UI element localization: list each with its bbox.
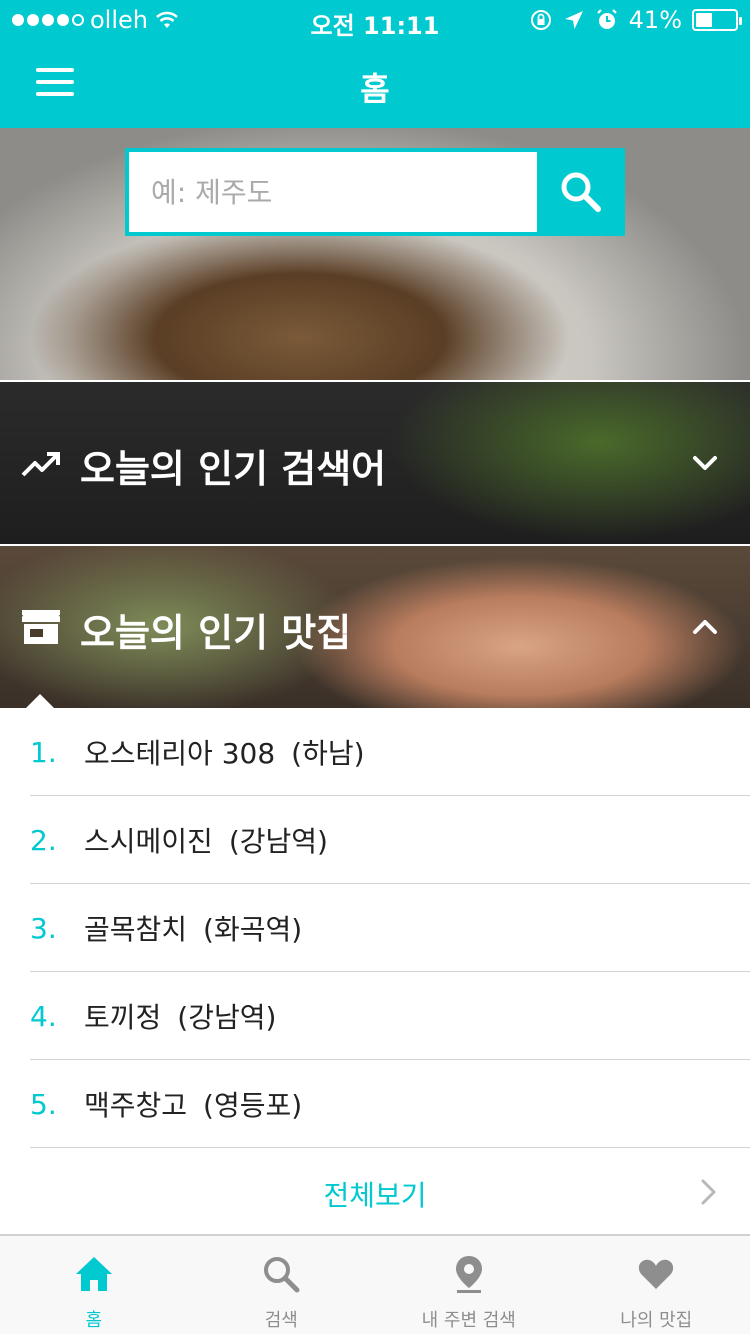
location-arrow-icon bbox=[564, 11, 583, 29]
alarm-icon bbox=[596, 9, 617, 29]
rank-number: 2. bbox=[30, 823, 57, 857]
store-icon bbox=[22, 610, 60, 644]
tab-nearby[interactable]: 내 주변 검색 bbox=[375, 1236, 563, 1334]
tab-home[interactable]: 홈 bbox=[0, 1236, 188, 1334]
chevron-right-icon bbox=[701, 1179, 716, 1205]
list-item[interactable]: 1. 오스테리아 308 (하남) bbox=[0, 708, 750, 796]
popular-restaurants-section[interactable]: 오늘의 인기 맛집 bbox=[0, 546, 750, 708]
battery-icon bbox=[692, 9, 742, 31]
restaurant-area: (하남) bbox=[291, 737, 365, 770]
restaurant-area: (영등포) bbox=[203, 1089, 303, 1122]
restaurant-area: (강남역) bbox=[177, 1001, 277, 1034]
search-bar bbox=[125, 148, 625, 236]
heart-icon bbox=[639, 1259, 674, 1289]
tab-label: 나의 맛집 bbox=[620, 1310, 693, 1331]
location-pin-icon bbox=[455, 1256, 482, 1293]
trending-up-icon bbox=[21, 452, 60, 477]
list-item[interactable]: 5. 맥주창고 (영등포) bbox=[0, 1060, 750, 1148]
orientation-lock-icon bbox=[530, 10, 551, 30]
rank-number: 3. bbox=[30, 911, 57, 945]
restaurant-name: 토끼정 bbox=[84, 1001, 162, 1034]
list-item[interactable]: 3. 골목참치 (화곡역) bbox=[0, 884, 750, 972]
tab-label: 내 주변 검색 bbox=[421, 1310, 516, 1331]
tab-label: 검색 bbox=[264, 1310, 298, 1331]
navigation-bar: 홈 bbox=[0, 40, 750, 128]
chevron-down-icon[interactable] bbox=[690, 448, 720, 478]
restaurant-list: 1. 오스테리아 308 (하남) 2. 스시메이진 (강남역) 3. 골목참치… bbox=[0, 708, 750, 1148]
rank-number: 5. bbox=[30, 1087, 57, 1121]
search-icon bbox=[561, 172, 601, 212]
search-icon bbox=[264, 1257, 300, 1293]
battery-percent: 41% bbox=[628, 6, 682, 34]
rank-number: 1. bbox=[30, 735, 57, 769]
chevron-up-icon[interactable] bbox=[690, 612, 720, 642]
dropdown-pointer bbox=[26, 694, 54, 708]
home-icon bbox=[75, 1257, 112, 1291]
view-all-label: 전체보기 bbox=[323, 1179, 427, 1212]
status-right: 41% bbox=[529, 6, 742, 34]
view-all-button[interactable]: 전체보기 bbox=[0, 1148, 750, 1234]
status-bar: olleh 오전 11:11 41% bbox=[0, 0, 750, 40]
restaurant-area: (화곡역) bbox=[203, 913, 303, 946]
search-input[interactable] bbox=[129, 152, 537, 232]
list-item[interactable]: 4. 토끼정 (강남역) bbox=[0, 972, 750, 1060]
restaurant-name: 골목참치 bbox=[84, 913, 188, 946]
restaurant-name: 맥주창고 bbox=[84, 1089, 188, 1122]
battery-level-fill bbox=[696, 13, 712, 27]
restaurant-area: (강남역) bbox=[228, 825, 328, 858]
section-title-popular-restaurants: 오늘의 인기 맛집 bbox=[80, 611, 352, 655]
rank-number: 4. bbox=[30, 999, 57, 1033]
page-title: 홈 bbox=[360, 70, 390, 108]
section-title-popular-searches: 오늘의 인기 검색어 bbox=[80, 447, 387, 491]
restaurant-name: 오스테리아 308 bbox=[84, 737, 276, 770]
restaurant-name: 스시메이진 bbox=[84, 825, 213, 858]
tab-search[interactable]: 검색 bbox=[188, 1236, 376, 1334]
search-button[interactable] bbox=[537, 148, 625, 236]
list-item[interactable]: 2. 스시메이진 (강남역) bbox=[0, 796, 750, 884]
tab-label: 홈 bbox=[85, 1310, 103, 1331]
tab-my-restaurants[interactable]: 나의 맛집 bbox=[563, 1236, 750, 1334]
tab-bar: 홈 검색 내 주변 검색 나의 맛집 bbox=[0, 1236, 750, 1334]
popular-searches-section[interactable]: 오늘의 인기 검색어 bbox=[0, 382, 750, 544]
